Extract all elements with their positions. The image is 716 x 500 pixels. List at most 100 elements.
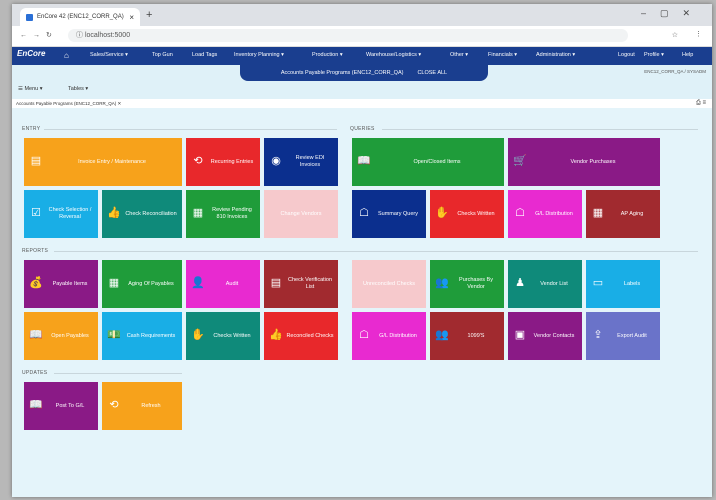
tile-aging-of-payables[interactable]: ▦ Aging Of Payables bbox=[102, 260, 182, 308]
menu-dropdown[interactable]: ☰ Menu ▾ bbox=[18, 86, 43, 92]
section-reports-title: REPORTS bbox=[22, 248, 49, 254]
tile-1099s[interactable]: 👥 1099'S bbox=[430, 312, 504, 360]
back-forward-reload-icon[interactable]: ←→↻ bbox=[20, 31, 58, 39]
label-icon: ▭ bbox=[592, 277, 604, 290]
cart-icon: 🛒 bbox=[513, 155, 527, 168]
bookmark-star-icon[interactable]: ☆ bbox=[672, 31, 678, 39]
section-queries-title: QUERIES bbox=[350, 126, 375, 132]
tile-labels[interactable]: ▭ Labels bbox=[586, 260, 660, 308]
tile-checks-written-report[interactable]: ✋ Checks Written bbox=[186, 312, 260, 360]
tile-audit[interactable]: 👤 Audit bbox=[186, 260, 260, 308]
tile-label: Open Payables bbox=[51, 332, 89, 339]
tile-label: Post To G/L bbox=[55, 402, 85, 409]
browser-menu-icon[interactable]: ⋮ bbox=[695, 30, 702, 38]
tile-open-payables[interactable]: 📖 Open Payables bbox=[24, 312, 98, 360]
tile-vendor-contacts[interactable]: ▣ Vendor Contacts bbox=[508, 312, 582, 360]
tile-gl-distribution-query[interactable]: ☖ G/L Distribution bbox=[508, 190, 582, 238]
program-tab-bar: Accounts Payable Programs (ENC12_CORR_QA… bbox=[12, 65, 712, 81]
breadcrumb-tab[interactable]: Accounts Payable Programs (ENC12_CORR_QA… bbox=[16, 101, 121, 107]
print-icon[interactable]: ⎙ ≡ bbox=[696, 100, 706, 107]
tile-review-pending-810[interactable]: ▦ Review Pending 810 Invoices bbox=[186, 190, 260, 238]
browser-tab-title: EnCore 42 (ENC12_CORR_QA) bbox=[37, 14, 124, 20]
tile-label: Checks Written bbox=[457, 210, 495, 217]
recurring-icon: ⟲ bbox=[193, 155, 203, 168]
tile-label: Summary Query bbox=[377, 210, 419, 217]
window-controls[interactable]: –▢✕ bbox=[641, 8, 704, 19]
refresh-icon: ⟲ bbox=[109, 399, 119, 412]
tile-export-audit[interactable]: ⇪ Export Audit bbox=[586, 312, 660, 360]
nav-administration[interactable]: Administration ▾ bbox=[536, 52, 575, 58]
section-queries: QUERIES bbox=[350, 126, 698, 132]
tile-label: Labels bbox=[623, 280, 641, 287]
tile-unreconciled-checks: Unreconciled Checks bbox=[352, 260, 426, 308]
browser-window: EnCore 42 (ENC12_CORR_QA) × + –▢✕ ←→↻ ⓘ … bbox=[12, 4, 712, 497]
tile-payable-items[interactable]: 💰 Payable Items bbox=[24, 260, 98, 308]
tile-reconciled-checks[interactable]: 👍 Reconciled Checks bbox=[264, 312, 338, 360]
tile-purchases-by-vendor[interactable]: 👥 Purchases By Vendor bbox=[430, 260, 504, 308]
hierarchy-icon: ☖ bbox=[359, 207, 369, 220]
tile-label: Invoice Entry / Maintenance bbox=[78, 158, 146, 165]
tile-recurring-entries[interactable]: ⟲ Recurring Entries bbox=[186, 138, 260, 186]
tile-label: Check Reconciliation bbox=[125, 210, 177, 217]
tile-change-vendors: Change Vendors bbox=[264, 190, 338, 238]
nav-help[interactable]: Help bbox=[682, 52, 693, 58]
tile-label: G/L Distribution bbox=[379, 332, 417, 339]
tile-gl-distribution-report[interactable]: ☖ G/L Distribution bbox=[352, 312, 426, 360]
tile-invoice-entry[interactable]: ▤ Invoice Entry / Maintenance bbox=[24, 138, 182, 186]
nav-top-gun[interactable]: Top Gun bbox=[152, 52, 173, 58]
tile-label: Check Selection / Reversal bbox=[48, 207, 92, 220]
tile-review-edi[interactable]: ◉ Review EDI Invoices bbox=[264, 138, 338, 186]
tile-vendor-purchases[interactable]: 🛒 Vendor Purchases bbox=[508, 138, 660, 186]
org-chart-icon: ☖ bbox=[359, 329, 369, 342]
nav-other[interactable]: Other ▾ bbox=[450, 52, 468, 58]
tile-check-selection[interactable]: ☑ Check Selection / Reversal bbox=[24, 190, 98, 238]
section-entry: ENTRY bbox=[22, 126, 337, 132]
section-entry-title: ENTRY bbox=[22, 126, 41, 132]
program-tab[interactable]: Accounts Payable Programs (ENC12_CORR_QA… bbox=[240, 65, 488, 81]
close-tab-icon[interactable]: × bbox=[129, 13, 134, 22]
tile-post-to-gl[interactable]: 📖 Post To G/L bbox=[24, 382, 98, 430]
tile-cash-requirements[interactable]: 💵 Cash Requirements bbox=[102, 312, 182, 360]
new-tab-icon[interactable]: + bbox=[146, 9, 152, 21]
url-field[interactable]: ⓘ localhost:5000 bbox=[68, 29, 628, 42]
tables-dropdown[interactable]: Tables ▾ bbox=[68, 86, 88, 92]
tile-dashboard: ENTRY QUERIES REPORTS UPDATES ▤ Invoice E… bbox=[12, 108, 712, 497]
home-icon[interactable]: ⌂ bbox=[64, 51, 69, 60]
close-all-button[interactable]: CLOSE ALL bbox=[417, 70, 447, 76]
browser-tab[interactable]: EnCore 42 (ENC12_CORR_QA) × bbox=[20, 8, 140, 26]
nav-load-tags[interactable]: Load Tags bbox=[192, 52, 217, 58]
tile-label: Reconciled Checks bbox=[286, 332, 334, 339]
org-chart-icon: ☖ bbox=[515, 207, 525, 220]
nav-logout[interactable]: Logout bbox=[618, 52, 635, 58]
tile-check-reconciliation[interactable]: 👍 Check Reconciliation bbox=[102, 190, 182, 238]
nav-financials[interactable]: Financials ▾ bbox=[488, 52, 517, 58]
nav-sales-service[interactable]: Sales/Service ▾ bbox=[90, 52, 128, 58]
tile-ap-aging[interactable]: ▦ AP Aging bbox=[586, 190, 660, 238]
document-check-icon: ▤ bbox=[270, 277, 282, 290]
tile-label: Purchases By Vendor bbox=[459, 277, 493, 290]
tile-refresh[interactable]: ⟲ Refresh bbox=[102, 382, 182, 430]
tile-label: Unreconciled Checks bbox=[363, 280, 415, 287]
checklist-icon: ☑ bbox=[31, 207, 41, 220]
nav-inventory-planning[interactable]: Inventory Planning ▾ bbox=[234, 52, 284, 58]
tile-checks-written-query[interactable]: ✋ Checks Written bbox=[430, 190, 504, 238]
tile-open-closed-items[interactable]: 📖 Open/Closed Items bbox=[352, 138, 504, 186]
nav-warehouse-logistics[interactable]: Warehouse/Logistics ▾ bbox=[366, 52, 421, 58]
section-updates-title: UPDATES bbox=[22, 370, 48, 376]
people-icon: 👥 bbox=[435, 277, 449, 290]
tile-label: Vendor Purchases bbox=[570, 158, 616, 165]
nav-profile[interactable]: Profile ▾ bbox=[644, 52, 664, 58]
divider bbox=[54, 251, 698, 252]
invoice-icon: ▤ bbox=[30, 155, 42, 168]
section-reports: REPORTS bbox=[22, 248, 698, 254]
tile-vendor-list[interactable]: ♟ Vendor List bbox=[508, 260, 582, 308]
encore-logo[interactable]: EnCore bbox=[17, 49, 57, 63]
divider bbox=[382, 129, 698, 130]
tile-label: Recurring Entries bbox=[210, 158, 254, 165]
tile-label: Vendor List bbox=[540, 280, 568, 287]
document-list-icon: ▦ bbox=[192, 207, 204, 220]
tile-check-verification-list[interactable]: ▤ Check Verification List bbox=[264, 260, 338, 308]
tile-summary-query[interactable]: ☖ Summary Query bbox=[352, 190, 426, 238]
nav-production[interactable]: Production ▾ bbox=[312, 52, 343, 58]
tile-label: Cash Requirements bbox=[126, 332, 176, 339]
